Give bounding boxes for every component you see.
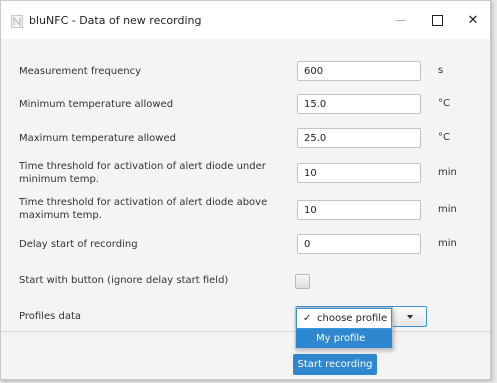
window-title: bluNFC - Data of new recording xyxy=(29,14,202,27)
maximize-button[interactable] xyxy=(419,1,455,39)
measurement-frequency-input[interactable] xyxy=(297,61,421,81)
min-temperature-input[interactable] xyxy=(297,94,421,114)
measurement-frequency-label: Measurement frequency xyxy=(19,66,141,77)
profile-option-label: My profile xyxy=(316,333,366,344)
close-icon: ✕ xyxy=(467,12,479,28)
dialog-window: bluNFC - Data of new recording ✕ Measure… xyxy=(0,0,491,380)
max-temperature-unit: °C xyxy=(438,132,450,143)
profiles-dropdown-list: ✓ choose profile My profile xyxy=(295,307,393,349)
check-icon: ✓ xyxy=(303,313,312,324)
max-temperature-input[interactable] xyxy=(297,128,421,148)
min-temperature-unit: °C xyxy=(438,98,450,109)
nfc-app-icon xyxy=(11,15,23,28)
profile-option-my-profile[interactable]: My profile xyxy=(296,329,392,348)
above-max-threshold-label: Time threshold for activation of alert d… xyxy=(19,197,268,221)
close-button[interactable]: ✕ xyxy=(455,1,490,39)
dialog-footer: Start recording xyxy=(1,331,490,379)
under-min-threshold-label: Time threshold for activation of alert d… xyxy=(19,161,266,185)
delay-start-label: Delay start of recording xyxy=(19,239,138,250)
title-bar: bluNFC - Data of new recording ✕ xyxy=(1,1,490,39)
measurement-frequency-unit: s xyxy=(438,65,444,76)
under-min-threshold-input[interactable] xyxy=(297,163,421,183)
profile-option-label: choose profile xyxy=(317,313,388,324)
profiles-data-label: Profiles data xyxy=(19,311,82,322)
above-max-threshold-input[interactable] xyxy=(297,200,421,220)
delay-start-input[interactable] xyxy=(297,234,421,254)
minimize-icon xyxy=(396,19,406,21)
max-temperature-label: Maximum temperature allowed xyxy=(19,133,176,144)
under-min-threshold-unit: min xyxy=(438,167,457,178)
profile-option-choose[interactable]: ✓ choose profile xyxy=(296,308,392,329)
start-recording-button[interactable]: Start recording xyxy=(293,354,377,375)
min-temperature-label: Minimum temperature allowed xyxy=(19,99,174,110)
start-with-button-label: Start with button (ignore delay start fi… xyxy=(19,275,229,286)
above-max-threshold-unit: min xyxy=(438,204,457,215)
delay-start-unit: min xyxy=(438,238,457,249)
dropdown-arrow-icon[interactable] xyxy=(400,307,420,326)
start-with-button-checkbox[interactable] xyxy=(295,274,310,289)
maximize-icon xyxy=(431,14,443,26)
recording-form: Measurement frequency s Minimum temperat… xyxy=(1,39,490,349)
minimize-button[interactable] xyxy=(383,1,419,39)
